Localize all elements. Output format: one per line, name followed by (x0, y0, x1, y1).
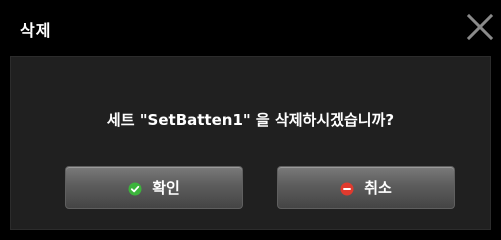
dialog-title: 삭제 (20, 21, 52, 40)
minus-circle-icon (340, 181, 354, 195)
cancel-button-label: 취소 (364, 179, 392, 197)
delete-dialog: 삭제 세트 "SetBatten1" 을 삭제하시겠습니까? 확인 취소 (0, 0, 501, 240)
close-icon (466, 13, 494, 41)
confirm-button-label: 확인 (152, 179, 180, 197)
dialog-content: 세트 "SetBatten1" 을 삭제하시겠습니까? 확인 취소 (10, 56, 491, 230)
close-button[interactable] (463, 10, 497, 44)
dialog-titlebar: 삭제 (0, 0, 501, 56)
confirm-button[interactable]: 확인 (65, 166, 243, 209)
cancel-button[interactable]: 취소 (277, 166, 455, 209)
confirm-message: 세트 "SetBatten1" 을 삭제하시겠습니까? (106, 111, 395, 129)
check-circle-icon (128, 181, 142, 195)
